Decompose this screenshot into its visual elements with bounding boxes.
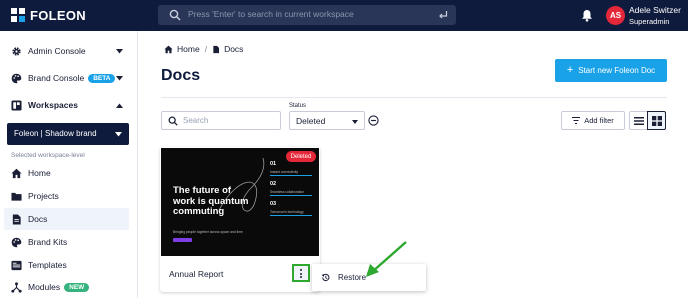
- chevron-down-icon: [116, 75, 123, 80]
- sidebar-item-label: Brand Kits: [28, 237, 68, 247]
- sidebar-item-brand-console[interactable]: Brand Console BETA: [0, 67, 137, 89]
- doc-card-title[interactable]: Annual Report: [169, 269, 223, 279]
- more-dots-icon: [300, 276, 302, 278]
- start-new-doc-button[interactable]: + Start new Foleon Doc: [555, 59, 667, 82]
- foleon-logo-icon: [11, 8, 25, 22]
- workspaces-icon: [11, 99, 22, 111]
- add-filter-label: Add filter: [584, 116, 614, 125]
- grid-view-icon: [652, 116, 662, 126]
- logo-text: FOLEON: [30, 7, 86, 23]
- thumbnail-point-caption: Tomorrow's technology: [270, 210, 304, 214]
- new-badge: NEW: [64, 283, 90, 292]
- list-view-toggle[interactable]: [629, 111, 648, 130]
- caret-down-icon: [352, 120, 358, 124]
- thumbnail-point-number: 01: [270, 161, 277, 167]
- sidebar-item-label: Workspaces: [28, 100, 78, 110]
- breadcrumb-separator: /: [204, 44, 208, 54]
- sidebar-item-brand-kits[interactable]: Brand Kits: [0, 231, 137, 253]
- sidebar-item-label: Admin Console: [28, 46, 86, 56]
- thumbnail-subtitle: Bringing people together across space an…: [173, 230, 243, 234]
- enter-key-icon: [439, 11, 448, 19]
- breadcrumb: Home / Docs: [164, 44, 243, 54]
- sidebar-item-modules[interactable]: Modules NEW: [0, 276, 137, 298]
- sidebar-item-docs[interactable]: Docs: [4, 208, 129, 230]
- doc-thumbnail[interactable]: The future of work is quantum commuting …: [161, 148, 319, 256]
- thumbnail-point-line: [270, 195, 312, 196]
- search-icon: [168, 116, 178, 126]
- more-dots-icon: [300, 272, 302, 275]
- docs-search-input[interactable]: Search: [161, 111, 281, 130]
- plus-icon: +: [566, 63, 574, 76]
- chevron-down-icon: [116, 48, 123, 53]
- workspace-select-value: Foleon | Shadow brand: [14, 129, 97, 138]
- status-filter-value: Deleted: [296, 116, 326, 126]
- modules-icon: [11, 281, 22, 293]
- user-avatar[interactable]: AS: [606, 6, 625, 25]
- sidebar-item-label: Docs: [28, 214, 48, 224]
- document-icon: [213, 45, 220, 53]
- sidebar-item-admin-console[interactable]: Admin Console: [0, 40, 137, 62]
- thumbnail-point-line: [270, 175, 312, 176]
- more-dots-icon: [300, 269, 302, 271]
- thumbnail-point-number: 02: [270, 181, 277, 187]
- annotation-arrow-icon: [366, 241, 407, 277]
- restore-history-icon: [321, 273, 330, 282]
- sidebar-item-home[interactable]: Home: [0, 162, 137, 184]
- notifications-bell-icon[interactable]: [581, 9, 593, 22]
- filter-icon: [572, 117, 581, 124]
- workspace-select[interactable]: Foleon | Shadow brand: [7, 123, 129, 145]
- sidebar-item-templates[interactable]: Templates: [0, 254, 137, 276]
- remove-filter-icon[interactable]: [368, 115, 379, 126]
- home-icon: [164, 45, 173, 53]
- breadcrumb-current: Docs: [224, 44, 244, 54]
- sidebar-item-label: Brand Console BETA: [28, 73, 116, 83]
- chevron-down-icon: [115, 132, 122, 137]
- add-filter-button[interactable]: Add filter: [561, 111, 625, 130]
- thumbnail-tag: [173, 238, 192, 242]
- grid-view-toggle[interactable]: [647, 111, 666, 130]
- sidebar-item-workspaces[interactable]: Workspaces: [0, 94, 137, 116]
- status-filter-label: Status: [289, 103, 307, 109]
- templates-icon: [11, 260, 22, 270]
- gear-icon: [12, 46, 21, 56]
- global-search-placeholder: Press 'Enter' to search in current works…: [188, 9, 354, 19]
- sidebar-item-label: Templates: [28, 260, 67, 270]
- docs-search-placeholder: Search: [183, 116, 209, 125]
- page-title: Docs: [161, 67, 201, 84]
- start-new-doc-label: Start new Foleon Doc: [578, 66, 656, 75]
- sidebar-item-label: Modules NEW: [28, 282, 90, 292]
- workspace-level-label: Selected workspace-level: [11, 152, 85, 159]
- user-role: Superadmin: [629, 17, 670, 26]
- palette-icon: [11, 73, 22, 83]
- thumbnail-title: The future of work is quantum commuting: [173, 185, 249, 217]
- thumbnail-point-line: [270, 215, 312, 216]
- search-icon: [169, 9, 181, 21]
- chevron-up-icon: [116, 103, 123, 108]
- palette-icon: [11, 237, 22, 247]
- status-filter-select[interactable]: Deleted: [289, 111, 365, 130]
- sidebar: Admin Console Brand Console BETA Workspac…: [0, 31, 138, 298]
- global-search-input[interactable]: Press 'Enter' to search in current works…: [158, 5, 456, 25]
- deleted-status-badge: Deleted: [286, 151, 316, 162]
- folder-icon: [11, 192, 22, 201]
- top-bar: FOLEON Press 'Enter' to search in curren…: [0, 0, 688, 31]
- thumbnail-point-caption: Instant connectivity: [270, 170, 299, 174]
- more-options-button[interactable]: [292, 264, 310, 282]
- beta-badge: BETA: [88, 74, 116, 83]
- sidebar-item-label: Home: [28, 168, 51, 178]
- home-icon: [11, 168, 22, 178]
- thumbnail-point-number: 03: [270, 201, 277, 207]
- list-view-icon: [634, 117, 644, 125]
- sidebar-item-projects[interactable]: Projects: [0, 185, 137, 207]
- document-icon: [12, 213, 21, 225]
- user-name[interactable]: Adele Switzer: [629, 5, 681, 15]
- thumbnail-point-caption: Seamless collaboration: [270, 190, 305, 194]
- sidebar-item-label: Projects: [28, 191, 59, 201]
- header-divider: [161, 97, 667, 98]
- breadcrumb-home-link[interactable]: Home: [177, 44, 200, 54]
- logo[interactable]: FOLEON: [10, 7, 86, 23]
